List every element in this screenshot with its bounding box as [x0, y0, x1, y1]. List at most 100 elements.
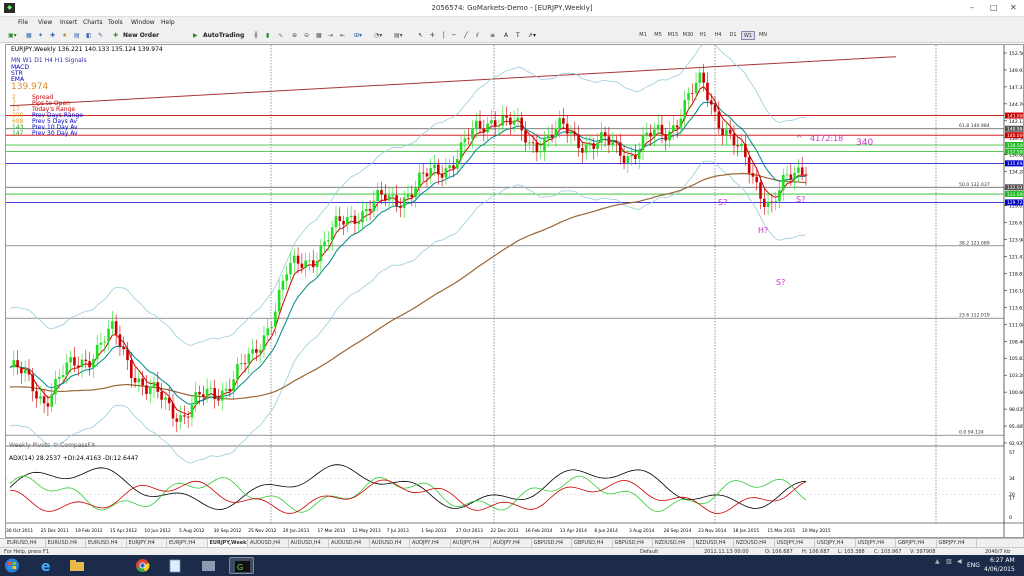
zoom-out-icon[interactable]: ⊖: [304, 31, 309, 40]
candle-body: [46, 403, 50, 407]
candle-body: [137, 378, 141, 383]
time-tick-label: 5 Aug 2012: [179, 528, 205, 534]
menu-tools[interactable]: Tools: [108, 19, 123, 26]
tray-network-icon[interactable]: ▥: [946, 558, 952, 565]
periods-icon[interactable]: ◔▾: [374, 31, 382, 40]
arrows-icon[interactable]: ⇗▾: [528, 31, 536, 40]
data-window-icon[interactable]: ✚: [50, 31, 55, 40]
info-label: Prev 30 Day Av: [32, 130, 78, 137]
menu-file[interactable]: File: [18, 19, 28, 26]
candle-body: [27, 369, 31, 375]
candle-body: [292, 255, 296, 263]
navigator-icon[interactable]: ★: [62, 31, 67, 40]
tray-chevron-icon[interactable]: ▲: [935, 558, 940, 565]
text-label-icon[interactable]: T: [516, 31, 520, 40]
zoom-in-icon[interactable]: ⊕: [292, 31, 297, 40]
indicators-icon[interactable]: ⊞▾: [354, 31, 362, 40]
candle-body: [209, 388, 213, 389]
tray-time[interactable]: 6:27 AM: [990, 557, 1015, 564]
new-order-button[interactable]: New Order: [123, 31, 159, 40]
tester-icon[interactable]: ◧: [86, 31, 92, 40]
candle-body: [524, 130, 527, 143]
ie-icon[interactable]: e: [34, 557, 59, 575]
candle-body: [376, 190, 379, 202]
timeframe-h1[interactable]: H1: [696, 31, 710, 40]
menu-view[interactable]: View: [38, 19, 52, 26]
price-tick-label: 116.185: [1009, 288, 1023, 294]
candle-body: [372, 201, 376, 212]
close-icon[interactable]: ✕: [1010, 3, 1017, 12]
adx-tick-label: 0: [1009, 515, 1012, 521]
minimize-icon[interactable]: –: [970, 3, 974, 12]
metatrader-icon[interactable]: G: [229, 557, 254, 574]
fibonacci-icon[interactable]: ≡: [490, 31, 495, 40]
price-chart[interactable]: 152.565149.935147.310144.760142.135139.5…: [6, 45, 1023, 537]
candle-body: [145, 385, 148, 394]
templates-icon[interactable]: ▤▾: [394, 31, 403, 40]
new-order-icon[interactable]: ✚: [113, 31, 118, 40]
vertical-line-icon[interactable]: │: [442, 31, 446, 40]
chart-window[interactable]: 152.565149.935147.310144.760142.135139.5…: [5, 44, 1024, 538]
candle-body: [380, 190, 383, 195]
text-tool-icon[interactable]: A: [504, 31, 508, 40]
tray-volume-icon[interactable]: ◀: [957, 558, 962, 565]
autotrading-icon[interactable]: ▶: [193, 31, 198, 40]
menu-window[interactable]: Window: [131, 19, 155, 26]
candle-body: [486, 123, 489, 133]
menu-charts[interactable]: Charts: [83, 19, 103, 26]
start-button-icon[interactable]: [2, 557, 22, 574]
timeframe-m1[interactable]: M1: [636, 31, 650, 40]
timeframe-m15[interactable]: M15: [666, 31, 680, 40]
menu-help[interactable]: Help: [161, 19, 175, 26]
candle-body: [342, 221, 345, 225]
settings-icon[interactable]: [196, 557, 221, 574]
terminal-icon[interactable]: ▤: [74, 31, 80, 40]
timeframe-h4[interactable]: H4: [711, 31, 725, 40]
trendline-icon[interactable]: ╱: [464, 31, 468, 40]
market-watch-icon[interactable]: ✦: [38, 31, 43, 40]
price-tick-label: 134.285: [1009, 170, 1023, 176]
tray-language[interactable]: ENG: [967, 562, 980, 569]
autoscroll-icon[interactable]: ⇥: [328, 31, 333, 40]
candlestick-icon[interactable]: ▮: [266, 31, 269, 40]
candle-body: [236, 364, 239, 380]
candle-body: [467, 138, 470, 140]
time-tick-label: 15 Apr 2012: [110, 528, 137, 534]
candle-body: [433, 164, 436, 169]
line-chart-icon[interactable]: ∿: [278, 31, 283, 40]
timeframe-mn[interactable]: MN: [756, 31, 770, 40]
time-tick-label: 23 Nov 2014: [698, 528, 726, 534]
tile-icon[interactable]: ▦: [316, 31, 322, 40]
toolbar: ▣▾ ▦ ✦ ✚ ★ ▤ ◧ ✎ ✚ New Order ▶ AutoTradi…: [0, 28, 1024, 43]
timeframe-m30[interactable]: M30: [681, 31, 695, 40]
menu-insert[interactable]: Insert: [60, 19, 77, 26]
candle-body: [152, 382, 156, 388]
tray-date[interactable]: 4/06/2015: [984, 566, 1015, 573]
price-tick-label: 103.285: [1009, 373, 1023, 379]
crosshair-icon[interactable]: ✛: [430, 31, 435, 40]
equidistant-channel-icon[interactable]: ⫽: [476, 31, 479, 40]
chart-shift-icon[interactable]: ⇤: [340, 31, 345, 40]
candle-body: [76, 365, 80, 368]
candle-body: [455, 159, 459, 169]
explorer-icon[interactable]: [64, 557, 89, 574]
candle-body: [713, 104, 717, 112]
cursor-icon[interactable]: ↖: [418, 31, 423, 40]
profiles-icon[interactable]: ▦: [26, 31, 32, 40]
notepad-icon[interactable]: [162, 557, 187, 574]
candle-body: [440, 174, 444, 178]
autotrading-button[interactable]: AutoTrading: [203, 31, 244, 40]
timeframe-d1[interactable]: D1: [726, 31, 740, 40]
chrome-icon[interactable]: [130, 557, 155, 574]
horizontal-line-icon[interactable]: ─: [452, 31, 456, 40]
bar-chart-icon[interactable]: ╫: [254, 31, 258, 40]
candle-body: [622, 155, 626, 163]
editor-icon[interactable]: ✎: [98, 31, 103, 40]
new-chart-icon[interactable]: ▣▾: [8, 31, 17, 40]
timeframe-m5[interactable]: M5: [651, 31, 665, 40]
candle-body: [327, 240, 330, 242]
candle-body: [520, 117, 524, 131]
maximize-icon[interactable]: □: [990, 3, 998, 12]
candle-body: [793, 172, 796, 180]
timeframe-w1[interactable]: W1: [741, 31, 755, 40]
